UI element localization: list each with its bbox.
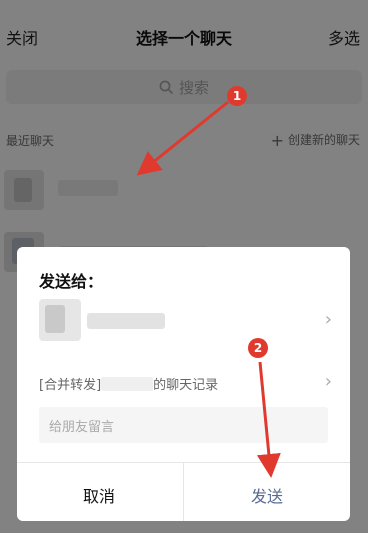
forward-redacted: [101, 377, 154, 391]
forward-summary[interactable]: [合并转发] 的聊天记录: [39, 374, 218, 393]
recipient-avatar: [39, 299, 81, 341]
annotation-marker-1: 1: [227, 86, 247, 106]
chevron-right-icon[interactable]: ›: [325, 371, 332, 392]
divider: [183, 462, 184, 521]
dialog-title: 发送给：: [39, 272, 104, 291]
send-button[interactable]: 发送: [251, 483, 283, 507]
forward-prefix: [合并转发]: [39, 378, 102, 393]
recipient-name-redacted: [87, 313, 165, 329]
cancel-button[interactable]: 取消: [83, 483, 115, 507]
annotation-marker-2: 2: [248, 338, 268, 358]
forward-suffix: 的聊天记录: [153, 378, 219, 393]
message-placeholder: 给朋友留言: [49, 420, 115, 435]
chevron-right-icon[interactable]: ›: [325, 309, 332, 330]
send-to-dialog: 发送给： › [合并转发] 的聊天记录 › 给朋友留言 取消 发送: [17, 247, 350, 521]
message-field[interactable]: 给朋友留言: [39, 407, 328, 443]
